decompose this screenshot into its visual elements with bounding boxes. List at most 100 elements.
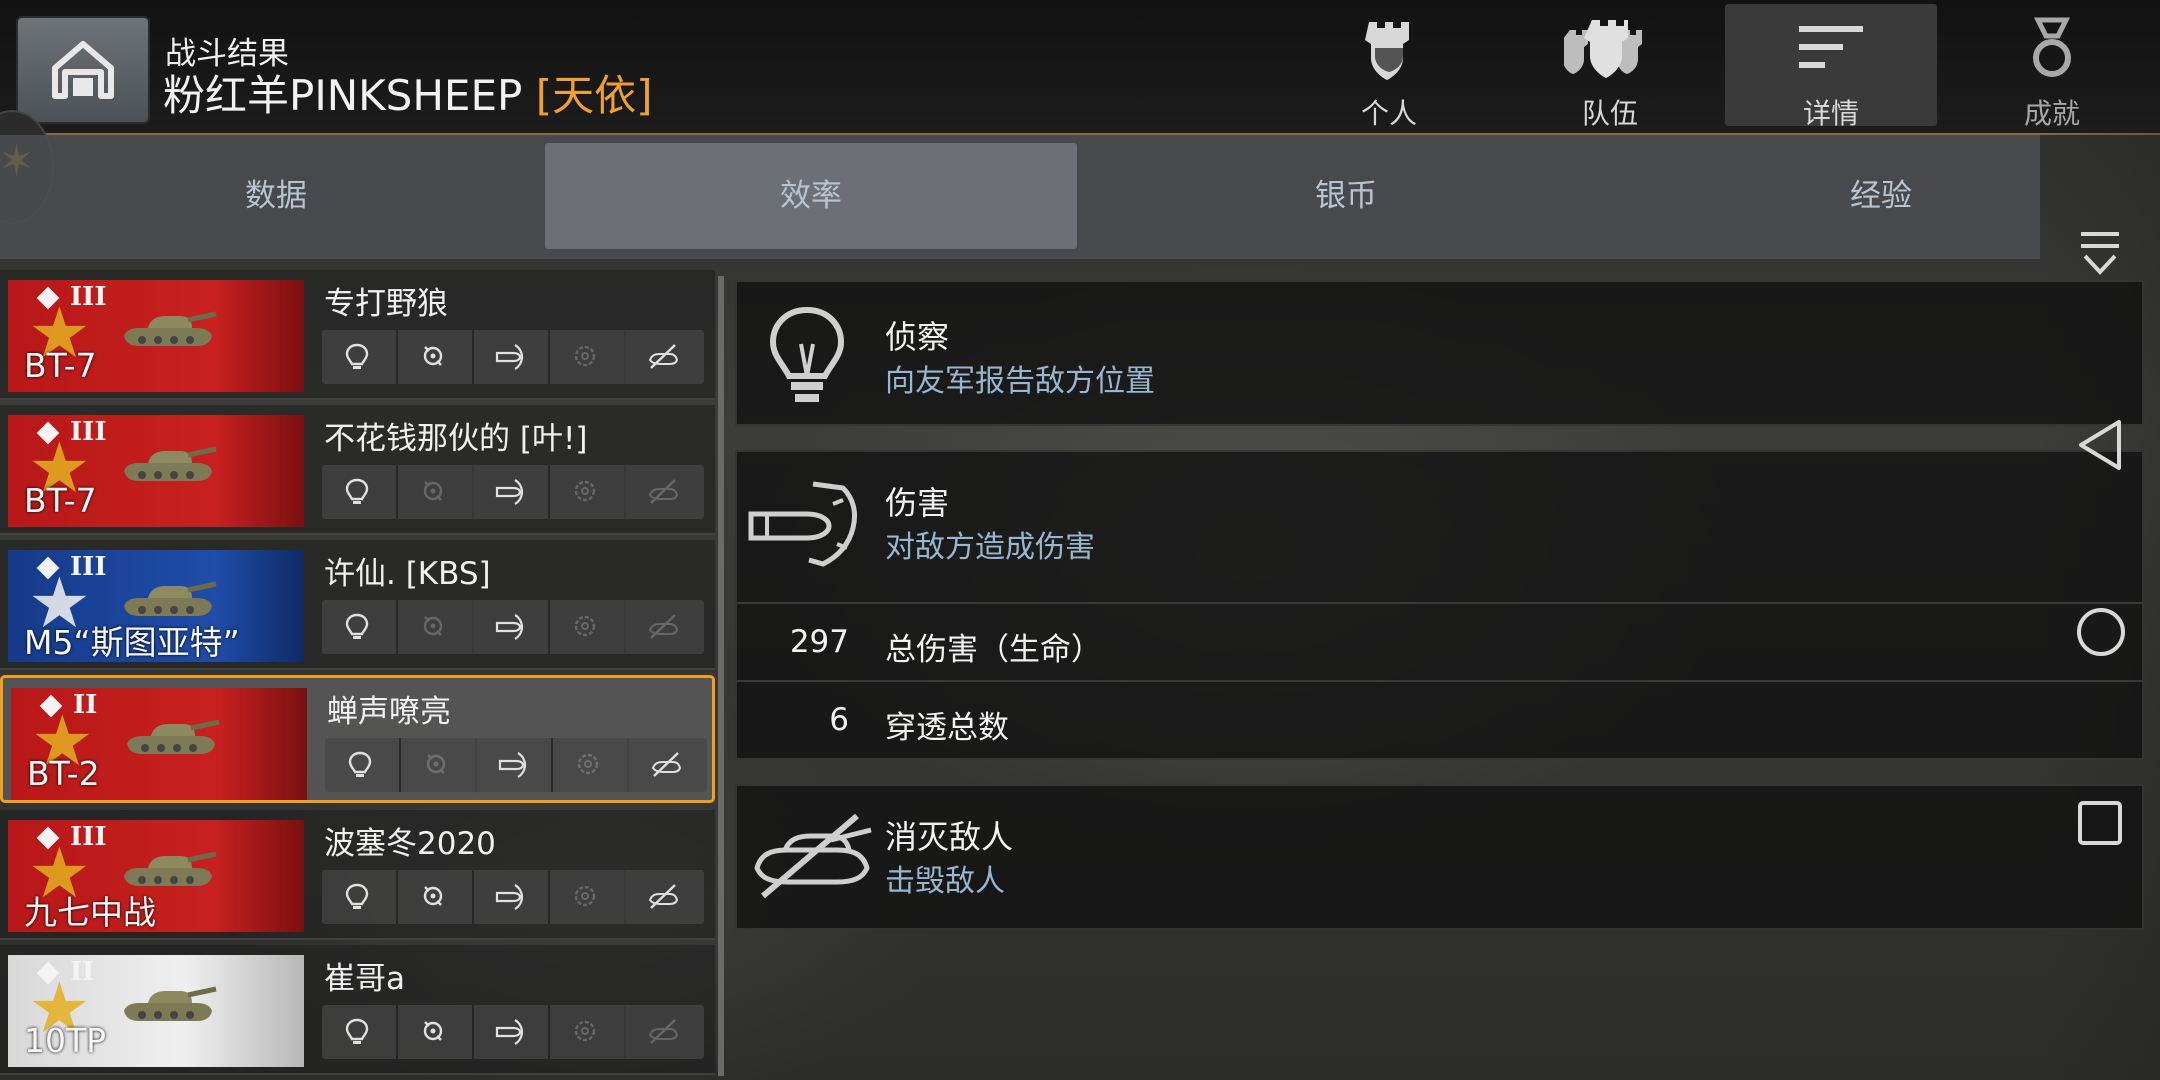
player-row[interactable]: ★ III BT-7 不花钱那伙的 [叶!] bbox=[0, 405, 715, 535]
stat-label: 穿透总数 bbox=[885, 710, 1009, 746]
stat-value: 297 bbox=[789, 624, 849, 660]
efficiency-slot bbox=[553, 738, 629, 792]
efficiency-icons bbox=[322, 1005, 704, 1059]
efficiency-slot bbox=[474, 330, 550, 384]
assist-icon bbox=[423, 1021, 443, 1041]
tab-achievements-label: 成就 bbox=[2023, 97, 2080, 130]
efficiency-slot bbox=[398, 330, 474, 384]
efficiency-slot bbox=[626, 600, 700, 654]
blocked-icon bbox=[574, 615, 596, 637]
damage-icon bbox=[495, 344, 524, 370]
efficiency-slot bbox=[550, 1005, 626, 1059]
spotting-card: 侦察 向友军报告敌方位置 bbox=[735, 280, 2144, 426]
tab-data[interactable]: 数据 bbox=[10, 143, 542, 249]
top-bar: 战斗结果 粉红羊PINKSHEEP [天依] 个人 队伍 详情 成就 bbox=[0, 0, 2160, 135]
kill-icon bbox=[651, 752, 682, 777]
player-row[interactable]: ★ III M5“斯图亚特” 许仙. [KBS] bbox=[0, 540, 715, 670]
assist-icon bbox=[423, 616, 443, 636]
tank-icon bbox=[124, 986, 217, 1021]
tank-icon bbox=[124, 311, 217, 346]
player-row[interactable]: ★ III BT-7 专打野狼 bbox=[0, 270, 715, 400]
efficiency-slot bbox=[322, 870, 398, 924]
efficiency-slot bbox=[626, 330, 700, 384]
vehicle-name: M5“斯图亚特” bbox=[24, 623, 240, 662]
home-circle-icon[interactable] bbox=[2075, 606, 2127, 658]
blocked-icon bbox=[574, 480, 596, 502]
vehicle-tier: III bbox=[70, 552, 107, 582]
assist-icon bbox=[423, 346, 443, 366]
tab-achievements[interactable]: 成就 bbox=[1946, 0, 2158, 130]
stat-row: 6 穿透总数 bbox=[737, 680, 2142, 760]
efficiency-slot bbox=[550, 465, 626, 519]
home-button[interactable] bbox=[16, 16, 150, 124]
assist-icon bbox=[426, 754, 446, 774]
tab-details[interactable]: 详情 bbox=[1725, 4, 1937, 130]
efficiency-icons bbox=[322, 465, 704, 519]
spotting-title: 侦察 bbox=[885, 318, 950, 356]
tank-icon bbox=[124, 446, 217, 481]
list-scrollbar[interactable] bbox=[718, 276, 724, 1076]
spotting-lightbulb-icon bbox=[769, 306, 845, 402]
player-row[interactable]: ★ II 10TP 崔哥a bbox=[0, 945, 715, 1075]
damage-shell-icon bbox=[748, 481, 858, 567]
player-name: 崔哥a bbox=[324, 961, 405, 997]
damage-icon bbox=[495, 884, 524, 910]
damage-icon bbox=[495, 479, 524, 505]
spotting-icon bbox=[348, 751, 372, 777]
efficiency-icons bbox=[325, 738, 707, 792]
vehicle-name: BT-7 bbox=[24, 481, 97, 520]
vehicle-name: 10TP bbox=[24, 1021, 107, 1060]
team-icon bbox=[1564, 20, 1642, 78]
player-clan: [天依] bbox=[535, 71, 653, 120]
recent-apps-icon[interactable] bbox=[2075, 798, 2125, 848]
vehicle-card: ★ III BT-7 bbox=[8, 415, 304, 527]
kill-icon bbox=[648, 1019, 679, 1044]
efficiency-slot bbox=[629, 738, 703, 792]
efficiency-icons bbox=[322, 600, 704, 654]
efficiency-slot bbox=[626, 870, 700, 924]
player-row[interactable]: ★ II BT-2 蝉声嘹亮 bbox=[0, 675, 715, 803]
vehicle-name: BT-2 bbox=[27, 754, 100, 793]
player-name: 蝉声嘹亮 bbox=[327, 694, 451, 730]
tab-team[interactable]: 队伍 bbox=[1504, 0, 1716, 130]
efficiency-slot bbox=[325, 738, 401, 792]
collapse-all-icon[interactable] bbox=[2075, 228, 2125, 278]
kills-card: 消灭敌人 击毁敌人 bbox=[735, 784, 2144, 930]
tab-efficiency[interactable]: 效率 bbox=[545, 143, 1077, 249]
spotting-icon bbox=[345, 613, 369, 639]
tab-personal[interactable]: 个人 bbox=[1283, 0, 1495, 130]
damage-subtitle: 对敌方造成伤害 bbox=[885, 530, 1095, 565]
tab-details-label: 详情 bbox=[1802, 97, 1859, 130]
efficiency-slot bbox=[474, 1005, 550, 1059]
medal-icon bbox=[2033, 17, 2071, 77]
efficiency-slot bbox=[322, 600, 398, 654]
tank-icon bbox=[127, 719, 220, 754]
efficiency-slot bbox=[474, 870, 550, 924]
stat-row: 297 总伤害（生命） bbox=[737, 602, 2142, 682]
player-row[interactable]: ★ III 九七中战 波塞冬2020 bbox=[0, 810, 715, 940]
vehicle-card: ★ II 10TP bbox=[8, 955, 304, 1067]
player-name: 不花钱那伙的 [叶!] bbox=[324, 421, 588, 457]
damage-title: 伤害 bbox=[885, 484, 950, 522]
assist-icon bbox=[423, 886, 443, 906]
kills-subtitle: 击毁敌人 bbox=[885, 864, 1005, 899]
details-icon bbox=[1799, 26, 1863, 68]
tab-team-label: 队伍 bbox=[1581, 97, 1638, 130]
efficiency-slot bbox=[398, 1005, 474, 1059]
back-triangle-icon[interactable] bbox=[2075, 418, 2125, 472]
kill-icon bbox=[648, 344, 679, 369]
tank-icon bbox=[124, 581, 217, 616]
damage-icon bbox=[498, 752, 527, 778]
damage-icon bbox=[495, 1019, 524, 1045]
player-list: ★ III BT-7 专打野狼 ★ III BT-7 不花钱那伙的 [叶!] ★ III M5“斯图… bbox=[0, 270, 720, 1080]
player-name-line: 粉红羊PINKSHEEP [天依] bbox=[163, 62, 652, 123]
vehicle-tier: III bbox=[70, 822, 107, 852]
blocked-icon bbox=[577, 753, 599, 775]
hangar-icon bbox=[52, 41, 114, 99]
kills-title: 消灭敌人 bbox=[885, 818, 1014, 856]
sub-tab-bar: 数据 效率 银币 经验 bbox=[0, 135, 2040, 259]
tab-credits[interactable]: 银币 bbox=[1080, 143, 1612, 249]
kill-icon bbox=[648, 614, 679, 639]
tank-icon bbox=[124, 851, 217, 886]
vehicle-tier: II bbox=[73, 690, 98, 720]
